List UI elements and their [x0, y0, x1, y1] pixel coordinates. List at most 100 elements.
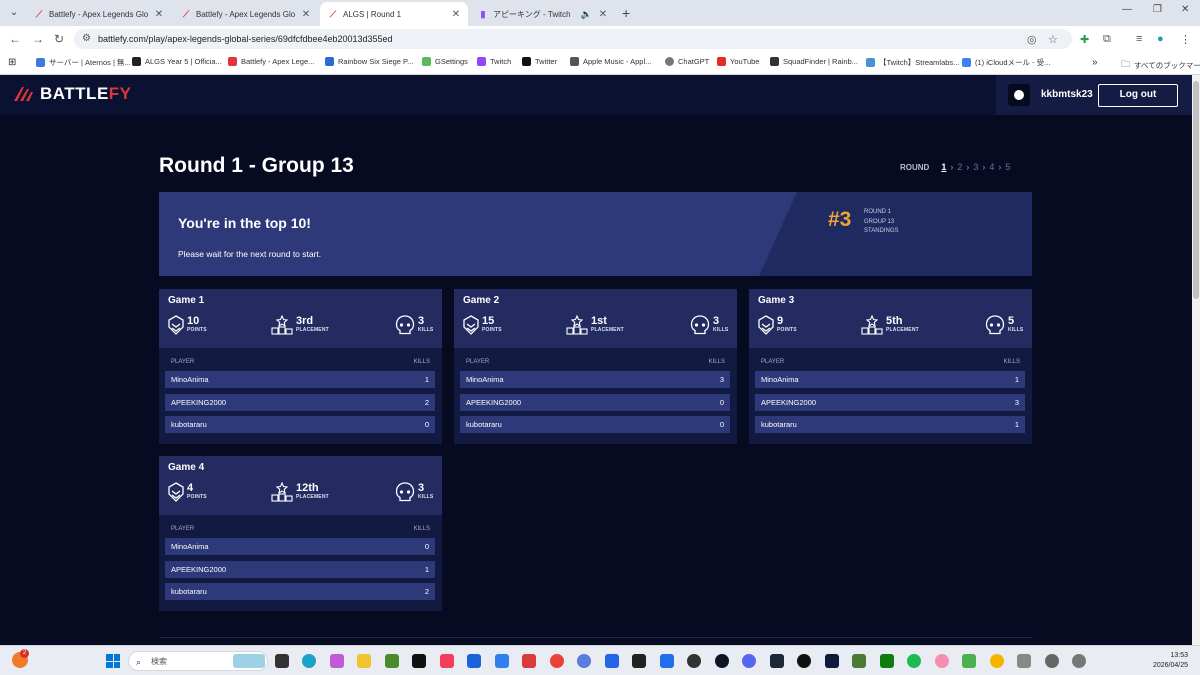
extensions-puzzle-icon[interactable]: ⧉	[1103, 33, 1111, 46]
more-bookmarks-icon[interactable]: »	[1092, 57, 1098, 68]
player-name[interactable]: APEEKING2000	[171, 394, 226, 411]
app-icon[interactable]	[577, 654, 591, 668]
menu-dots-icon[interactable]: ⋮	[1180, 33, 1191, 46]
system-clock[interactable]: 13:53 2026/04/25	[1153, 651, 1188, 671]
bookmark-item[interactable]: Apple Music - Appl...	[570, 57, 651, 66]
bookmark-item[interactable]: GSettings	[422, 57, 468, 66]
browser-tab-4[interactable]: ▮ アピーキング - Twitch 🔈 ✕	[470, 2, 615, 26]
forward-icon[interactable]: →	[32, 32, 44, 46]
minecraft-launcher-icon[interactable]	[852, 654, 866, 668]
app-icon[interactable]	[687, 654, 701, 668]
new-tab-icon[interactable]: +	[622, 5, 630, 21]
eye-off-icon[interactable]: ◎	[1027, 33, 1037, 46]
kills-column-header: KILLS	[1003, 359, 1020, 365]
bookmark-item[interactable]: SquadFinder | Rainb...	[770, 57, 858, 66]
address-bar[interactable]: ⚙ battlefy.com/play/apex-legends-global-…	[74, 29, 1072, 49]
player-name[interactable]: MinoAnima	[761, 371, 799, 388]
app-icon[interactable]	[605, 654, 619, 668]
back-icon[interactable]: ←	[9, 32, 21, 46]
player-name[interactable]: MinoAnima	[171, 538, 209, 555]
task-view-icon[interactable]	[275, 654, 289, 668]
app-icon[interactable]	[495, 654, 509, 668]
app-icon[interactable]	[1072, 654, 1086, 668]
windows-start-icon[interactable]	[106, 654, 120, 668]
store-icon[interactable]	[467, 654, 481, 668]
settings-gear-icon[interactable]	[1045, 654, 1059, 668]
speaker-icon[interactable]: 🔈	[581, 9, 592, 20]
player-name[interactable]: APEEKING2000	[171, 561, 226, 578]
close-window-icon[interactable]: ✕	[1181, 4, 1189, 15]
tab-close-icon[interactable]: ✕	[450, 9, 462, 20]
bookmark-item[interactable]: YouTube	[717, 57, 759, 66]
obs-icon[interactable]	[797, 654, 811, 668]
bookmark-item[interactable]: ALGS Year 5 | Officia...	[132, 57, 222, 66]
epic-games-icon[interactable]	[632, 654, 646, 668]
app-icon[interactable]	[962, 654, 976, 668]
discord-icon[interactable]	[742, 654, 756, 668]
apple-music-icon[interactable]	[440, 654, 454, 668]
player-name[interactable]: kubotararu	[171, 583, 207, 600]
profile-avatar-icon[interactable]: ●	[1157, 33, 1164, 45]
browser-tab-2[interactable]: ⟋ Battlefy - Apex Legends Global ✕	[173, 2, 318, 26]
minimize-icon[interactable]: —	[1122, 4, 1132, 15]
spotify-icon[interactable]	[907, 654, 921, 668]
bookmark-item[interactable]: サーバー | Aternos | 無...	[36, 57, 131, 68]
copilot-icon[interactable]	[330, 654, 344, 668]
tab-close-icon[interactable]: ✕	[300, 9, 312, 20]
player-name[interactable]: kubotararu	[761, 416, 797, 433]
round-link-2[interactable]: 2	[957, 162, 962, 172]
round-link-3[interactable]: 3	[973, 162, 978, 172]
scrollbar-thumb[interactable]	[1193, 81, 1199, 299]
bookmark-item[interactable]: ChatGPT	[665, 57, 709, 66]
valorant-icon[interactable]	[522, 654, 536, 668]
app-icon[interactable]	[990, 654, 1004, 668]
player-name[interactable]: kubotararu	[466, 416, 502, 433]
minecraft-icon[interactable]	[385, 654, 399, 668]
player-name[interactable]: MinoAnima	[171, 371, 209, 388]
maximize-icon[interactable]: ❐	[1153, 4, 1162, 15]
player-name[interactable]: APEEKING2000	[466, 394, 521, 411]
round-link-1[interactable]: 1	[941, 162, 946, 172]
player-name[interactable]: kubotararu	[171, 416, 207, 433]
round-link-4[interactable]: 4	[989, 162, 994, 172]
file-explorer-icon[interactable]	[357, 654, 371, 668]
media-control-icon[interactable]: ≡	[1136, 33, 1142, 45]
app-icon[interactable]	[412, 654, 426, 668]
bookmark-item[interactable]: Battlefy - Apex Lege...	[228, 57, 314, 66]
battlefy-logo[interactable]: BATTLEFY	[12, 84, 132, 104]
site-info-icon[interactable]: ⚙	[82, 29, 91, 49]
bookmark-star-icon[interactable]: ☆	[1048, 33, 1058, 46]
all-bookmarks-folder[interactable]: 🗀すべてのブックマーク	[1121, 57, 1200, 73]
bookmark-item[interactable]: 【Twitch】Streamlabs...	[866, 57, 959, 68]
reload-icon[interactable]: ↻	[54, 32, 64, 46]
bookmark-item[interactable]: Twitter	[522, 57, 557, 66]
app-icon[interactable]	[660, 654, 674, 668]
tab-close-icon[interactable]: ✕	[153, 9, 165, 20]
steam-icon[interactable]	[770, 654, 784, 668]
player-name[interactable]: MinoAnima	[466, 371, 504, 388]
app-icon[interactable]	[935, 654, 949, 668]
xbox-icon[interactable]	[880, 654, 894, 668]
app-icon[interactable]	[1017, 654, 1031, 668]
username[interactable]: kkbmtsk23	[1041, 89, 1093, 100]
extension-app-icon[interactable]: ✚	[1080, 33, 1089, 46]
chrome-icon[interactable]	[550, 654, 564, 668]
round-link-5[interactable]: 5	[1005, 162, 1010, 172]
tab-close-icon[interactable]: ✕	[597, 9, 609, 20]
logout-button[interactable]: Log out	[1098, 84, 1178, 107]
app-icon[interactable]	[715, 654, 729, 668]
bookmark-item[interactable]: Rainbow Six Siege P...	[325, 57, 413, 66]
app-icon[interactable]	[825, 654, 839, 668]
points-stat: 10 POINTS	[168, 315, 207, 335]
apps-grid-icon[interactable]: ⊞	[8, 57, 16, 68]
page-scrollbar[interactable]	[1192, 75, 1200, 645]
browser-tab-3-active[interactable]: ⟋ ALGS | Round 1 ✕	[320, 2, 468, 26]
browser-tab-1[interactable]: ⟋ Battlefy - Apex Legends Global ✕	[26, 2, 171, 26]
bookmark-item[interactable]: Twitch	[477, 57, 511, 66]
player-name[interactable]: APEEKING2000	[761, 394, 816, 411]
edge-icon[interactable]	[302, 654, 316, 668]
skull-icon	[395, 482, 415, 502]
tab-search-chevron-icon[interactable]: ⌄	[6, 5, 22, 21]
avatar[interactable]	[1008, 84, 1030, 106]
bookmark-item[interactable]: (1) iCloudメール - 受...	[962, 57, 1050, 68]
